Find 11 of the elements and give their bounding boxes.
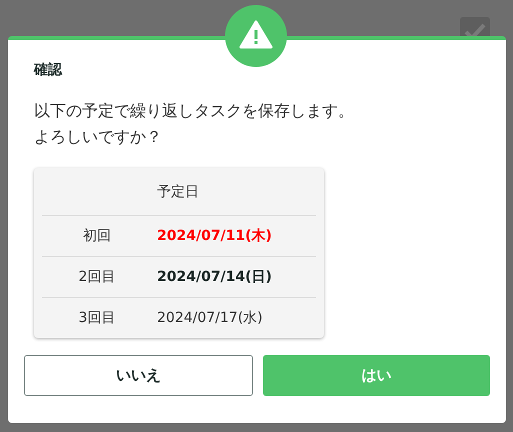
dialog-title: 確認 <box>34 61 64 80</box>
message-text: 以下の予定で繰り返しタスクを保存します。 <box>34 100 354 122</box>
column-header: 予定日 <box>157 182 199 200</box>
message-text: よろしいですか？ <box>34 126 162 148</box>
date-cell: 2024/07/17(水) <box>157 309 263 327</box>
no-button[interactable]: いいえ <box>24 355 253 396</box>
table-cell-text: 初回 <box>82 227 112 245</box>
date-cell: 2024/07/14(日) <box>157 268 272 286</box>
table-cell-text: 3回目 <box>78 309 116 327</box>
date-cell: 2024/07/11(木) <box>157 227 272 245</box>
table-cell-text: 2回目 <box>78 268 116 286</box>
